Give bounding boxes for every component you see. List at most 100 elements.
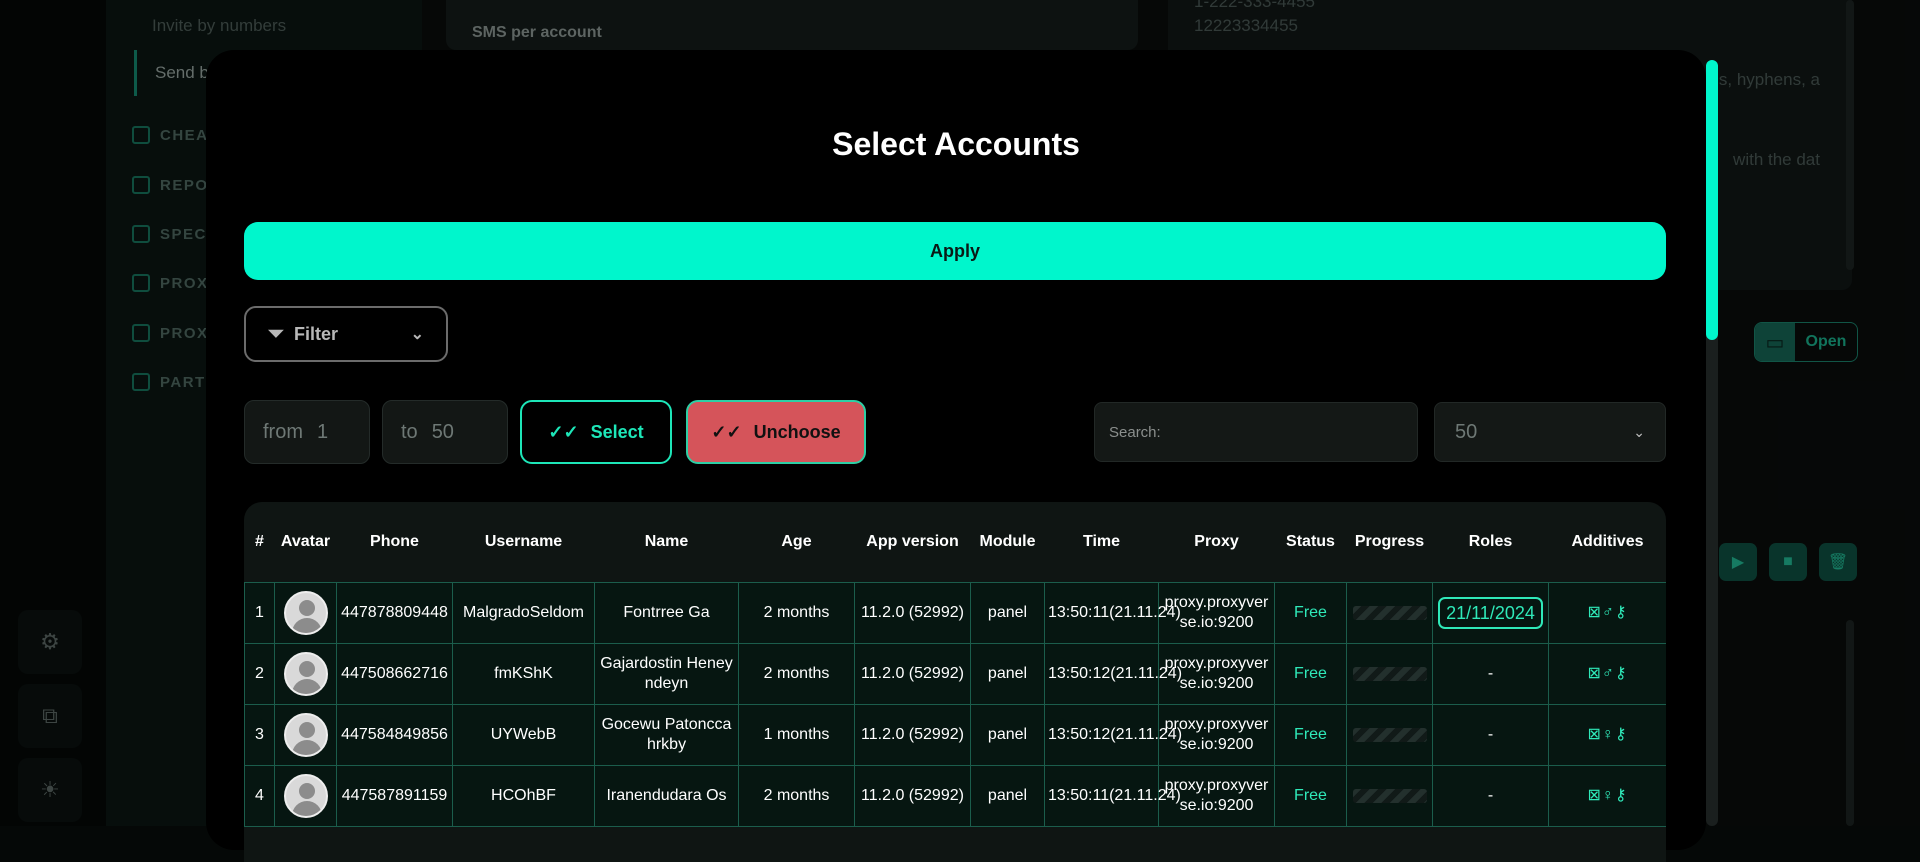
filter-icon: ⏷ [268, 323, 284, 346]
name-cell: Iranendudara Os [595, 765, 739, 826]
unchoose-label: Unchoose [754, 422, 841, 443]
roles-cell: - [1433, 765, 1549, 826]
avatar [284, 652, 328, 696]
double-check-icon: ✓✓ [548, 422, 578, 443]
module-cell: panel [971, 704, 1045, 765]
module-cell: panel [971, 643, 1045, 704]
time-cell: 13:50:12(21.11.24) [1045, 643, 1159, 704]
progress-cell [1347, 643, 1433, 704]
search-input[interactable] [1094, 402, 1418, 462]
to-field[interactable]: to [382, 400, 508, 464]
col-header[interactable]: Phone [337, 502, 453, 582]
from-label: from [263, 421, 303, 444]
table-row[interactable]: 3 447584849856 UYWebB Gocewu Patonccahrk… [245, 704, 1667, 765]
avatar [284, 591, 328, 635]
additives-cell: ⊠♀⚷ [1549, 765, 1667, 826]
table-row[interactable]: 4 447587891159 HCOhBF Iranendudara Os 2 … [245, 765, 1667, 826]
page-size-value: 50 [1455, 421, 1477, 444]
username-cell: fmKShK [453, 643, 595, 704]
progress-bar [1353, 789, 1427, 803]
status-cell: Free [1275, 643, 1347, 704]
username-cell: HCOhBF [453, 765, 595, 826]
roles-cell: - [1433, 643, 1549, 704]
time-cell: 13:50:11(21.11.24) [1045, 582, 1159, 643]
additives-icons: ⊠♀⚷ [1587, 787, 1627, 804]
avatar-cell [275, 643, 337, 704]
col-header[interactable]: Status [1275, 502, 1347, 582]
accounts-table: # Avatar Phone Username Name Age App ver… [244, 502, 1666, 862]
col-header[interactable]: Username [453, 502, 595, 582]
phone-cell: 447587891159 [337, 765, 453, 826]
col-header[interactable]: Module [971, 502, 1045, 582]
col-header[interactable]: Name [595, 502, 739, 582]
progress-cell [1347, 582, 1433, 643]
avatar-cell [275, 765, 337, 826]
table-row[interactable]: 2 447508662716 fmKShK Gajardostin Heneyn… [245, 643, 1667, 704]
age-cell: 2 months [739, 765, 855, 826]
modal-scrollbar-thumb[interactable] [1706, 60, 1718, 340]
select-button[interactable]: ✓✓ Select [520, 400, 672, 464]
additives-cell: ⊠♂⚷ [1549, 643, 1667, 704]
row-number: 1 [245, 582, 275, 643]
additives-icons: ⊠♂⚷ [1587, 604, 1627, 621]
filter-dropdown[interactable]: ⏷ Filter ⌄ [244, 306, 448, 362]
col-header[interactable]: App version [855, 502, 971, 582]
progress-bar [1353, 606, 1427, 620]
col-header[interactable]: Proxy [1159, 502, 1275, 582]
unchoose-button[interactable]: ✓✓ Unchoose [686, 400, 866, 464]
time-cell: 13:50:11(21.11.24) [1045, 765, 1159, 826]
status-cell: Free [1275, 704, 1347, 765]
name-cell: Gocewu Patonccahrkby [595, 704, 739, 765]
roles-cell: - [1433, 704, 1549, 765]
module-cell: panel [971, 582, 1045, 643]
additives-cell: ⊠♀⚷ [1549, 704, 1667, 765]
roles-cell: 21/11/2024 [1433, 582, 1549, 643]
row-number: 4 [245, 765, 275, 826]
chevron-down-icon: ⌄ [411, 324, 424, 344]
username-cell: MalgradoSeldom [453, 582, 595, 643]
avatar-cell [275, 704, 337, 765]
age-cell: 2 months [739, 643, 855, 704]
col-header: Avatar [275, 502, 337, 582]
table-row[interactable]: 1 447878809448 MalgradoSeldom Fontrree G… [245, 582, 1667, 643]
apply-button[interactable]: Apply [244, 222, 1666, 280]
modal-title: Select Accounts [206, 126, 1706, 163]
time-cell: 13:50:12(21.11.24) [1045, 704, 1159, 765]
from-input[interactable] [317, 421, 367, 444]
table-header-row: # Avatar Phone Username Name Age App ver… [245, 502, 1667, 582]
app-version-cell: 11.2.0 (52992) [855, 582, 971, 643]
avatar-cell [275, 582, 337, 643]
page-size-select[interactable]: 50 ⌄ [1434, 402, 1666, 462]
from-field[interactable]: from [244, 400, 370, 464]
app-version-cell: 11.2.0 (52992) [855, 704, 971, 765]
col-header: # [245, 502, 275, 582]
phone-cell: 447584849856 [337, 704, 453, 765]
app-version-cell: 11.2.0 (52992) [855, 765, 971, 826]
age-cell: 2 months [739, 582, 855, 643]
progress-bar [1353, 667, 1427, 681]
age-cell: 1 months [739, 704, 855, 765]
to-input[interactable] [432, 421, 482, 444]
col-header: Additives [1549, 502, 1667, 582]
double-check-icon: ✓✓ [711, 422, 741, 443]
progress-bar [1353, 728, 1427, 742]
to-label: to [401, 421, 418, 444]
role-badge[interactable]: 21/11/2024 [1438, 597, 1543, 629]
row-number: 2 [245, 643, 275, 704]
app-version-cell: 11.2.0 (52992) [855, 643, 971, 704]
name-cell: Fontrree Ga [595, 582, 739, 643]
username-cell: UYWebB [453, 704, 595, 765]
col-header[interactable]: Age [739, 502, 855, 582]
additives-cell: ⊠♂⚷ [1549, 582, 1667, 643]
status-cell: Free [1275, 765, 1347, 826]
module-cell: panel [971, 765, 1045, 826]
progress-cell [1347, 765, 1433, 826]
col-header[interactable]: Time [1045, 502, 1159, 582]
select-accounts-modal: Select Accounts Apply ⏷ Filter ⌄ from to… [206, 50, 1706, 850]
row-number: 3 [245, 704, 275, 765]
select-label: Select [591, 422, 644, 443]
avatar [284, 774, 328, 818]
phone-cell: 447508662716 [337, 643, 453, 704]
phone-cell: 447878809448 [337, 582, 453, 643]
col-header[interactable]: Roles [1433, 502, 1549, 582]
